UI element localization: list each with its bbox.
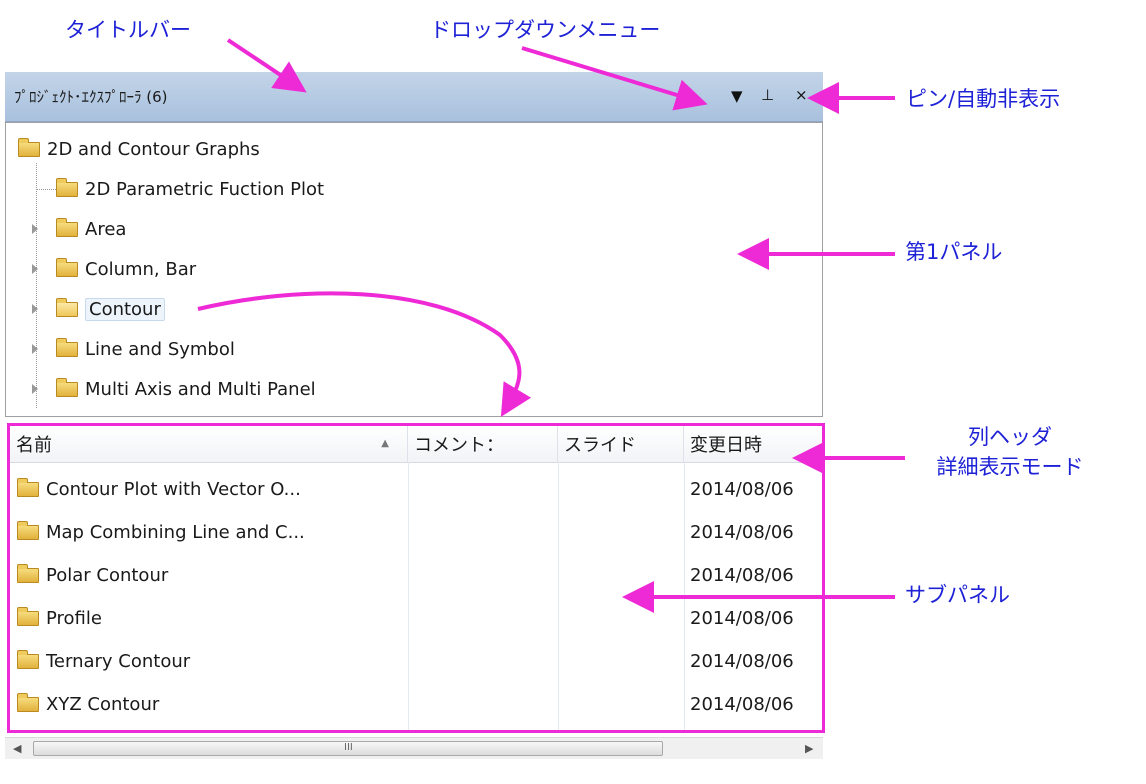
folder-icon — [56, 177, 78, 197]
folder-icon — [17, 477, 39, 497]
folder-icon — [17, 606, 39, 626]
expand-arrow-icon[interactable] — [32, 384, 38, 394]
expand-arrow-icon[interactable] — [32, 264, 38, 274]
annotation-detail-mode: 詳細表示モード — [936, 455, 1084, 479]
list-row[interactable]: Contour Plot with Vector O... 2014/08/06 — [10, 474, 822, 504]
folder-icon — [17, 649, 39, 669]
pin-icon[interactable]: ⊥ — [761, 86, 774, 104]
folder-icon — [56, 337, 78, 357]
list-row-name: Profile — [46, 607, 102, 629]
list-row-name: Polar Contour — [46, 564, 169, 586]
scrollbar-thumb[interactable]: III — [33, 741, 663, 756]
list-row-name: XYZ Contour — [46, 693, 160, 715]
tree-item-line-symbol[interactable]: Line and Symbol — [56, 334, 235, 364]
folder-icon — [17, 692, 39, 712]
sort-ascending-icon: ▲ — [381, 438, 389, 449]
folder-icon — [56, 217, 78, 237]
column-header-name[interactable]: 名前 ▲ — [10, 426, 408, 462]
expand-arrow-icon[interactable] — [32, 224, 38, 234]
annotation-first-panel: 第1パネル — [905, 240, 1003, 264]
tree-item-2d-parametric[interactable]: 2D Parametric Fuction Plot — [56, 174, 324, 204]
tree-item-label: Line and Symbol — [85, 338, 235, 360]
tree-item-label: 2D and Contour Graphs — [47, 138, 260, 160]
list-row-name: Contour Plot with Vector O... — [46, 478, 301, 500]
column-header-label: 変更日時 — [690, 435, 762, 456]
folder-icon — [56, 257, 78, 277]
annotation-title-bar: タイトルバー — [65, 18, 191, 42]
folder-icon — [17, 563, 39, 583]
list-row[interactable]: Profile 2014/08/06 — [10, 603, 822, 633]
column-header-label: コメント： — [414, 435, 504, 456]
list-row-name: Ternary Contour — [46, 650, 191, 672]
scroll-right-icon[interactable]: ▶ — [805, 742, 813, 755]
horizontal-scrollbar[interactable]: ◀ III ▶ — [5, 737, 823, 759]
title-bar[interactable]: ﾌﾟﾛｼﾞｪｸﾄ･ｴｸｽﾌﾟﾛｰﾗ (6) ▼ ⊥ × — [5, 72, 823, 122]
column-header-modified[interactable]: 変更日時 — [684, 426, 822, 462]
list-row[interactable]: Map Combining Line and C... 2014/08/06 — [10, 517, 822, 547]
tree-root-item[interactable]: 2D and Contour Graphs — [18, 134, 260, 164]
tree-guide-line — [36, 163, 37, 408]
annotation-sub-panel: サブパネル — [905, 583, 1010, 607]
tree-item-area[interactable]: Area — [56, 214, 126, 244]
scroll-left-icon[interactable]: ◀ — [13, 742, 21, 755]
list-row-date: 2014/08/06 — [690, 650, 794, 672]
column-header-label: スライド — [564, 435, 636, 456]
list-row-name: Map Combining Line and C... — [46, 521, 305, 543]
list-row-date: 2014/08/06 — [690, 693, 794, 715]
folder-icon — [17, 520, 39, 540]
column-header-row: 名前 ▲ コメント： スライド 変更日時 — [10, 426, 822, 463]
list-row[interactable]: Polar Contour 2014/08/06 — [10, 560, 822, 590]
tree-item-label: Area — [85, 218, 127, 240]
list-row-date: 2014/08/06 — [690, 521, 794, 543]
tree-item-multi-axis[interactable]: Multi Axis and Multi Panel — [56, 374, 316, 404]
window-title: ﾌﾟﾛｼﾞｪｸﾄ･ｴｸｽﾌﾟﾛｰﾗ (6) — [14, 88, 168, 106]
dropdown-menu-icon[interactable]: ▼ — [731, 87, 743, 105]
list-row-date: 2014/08/06 — [690, 478, 794, 500]
annotation-dropdown-menu: ドロップダウンメニュー — [430, 18, 661, 42]
tree-item-column-bar[interactable]: Column, Bar — [56, 254, 196, 284]
expand-arrow-icon[interactable] — [32, 344, 38, 354]
scrollbar-grip-icon: III — [344, 742, 353, 753]
folder-icon — [56, 377, 78, 397]
sub-panel-list[interactable]: 名前 ▲ コメント： スライド 変更日時 Contour Plot with V… — [7, 423, 825, 733]
folder-icon — [18, 137, 40, 157]
tree-item-contour[interactable]: Contour — [56, 294, 165, 324]
column-header-comment[interactable]: コメント： — [408, 426, 558, 462]
first-panel-tree[interactable]: 2D and Contour Graphs 2D Parametric Fuct… — [5, 122, 823, 417]
annotation-column-header: 列ヘッダ — [968, 425, 1052, 449]
list-row-date: 2014/08/06 — [690, 607, 794, 629]
column-header-slide[interactable]: スライド — [558, 426, 684, 462]
expand-arrow-icon[interactable] — [32, 304, 38, 314]
list-row-date: 2014/08/06 — [690, 564, 794, 586]
annotation-pin-autohide: ピン/自動非表示 — [906, 87, 1061, 111]
open-folder-icon — [56, 297, 78, 317]
tree-guide-line — [36, 189, 56, 190]
tree-item-label: Multi Axis and Multi Panel — [85, 378, 316, 400]
list-row[interactable]: Ternary Contour 2014/08/06 — [10, 646, 822, 676]
column-header-label: 名前 — [16, 435, 52, 456]
tree-item-label: Column, Bar — [85, 258, 197, 280]
tree-item-label: Contour — [85, 297, 165, 321]
list-row[interactable]: XYZ Contour 2014/08/06 — [10, 689, 822, 719]
close-icon[interactable]: × — [795, 86, 808, 104]
tree-item-label: 2D Parametric Fuction Plot — [85, 178, 325, 200]
